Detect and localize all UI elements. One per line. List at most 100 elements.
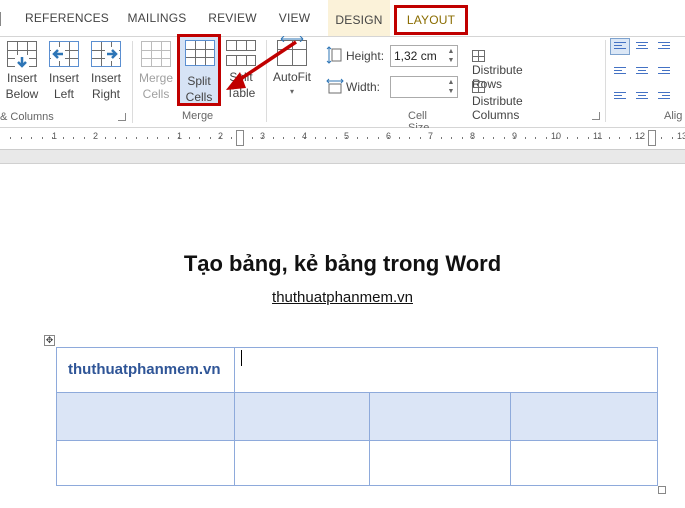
cell-size-launcher-icon[interactable]	[592, 112, 600, 120]
table-cell[interactable]	[57, 393, 235, 441]
ribbon-tabs: REFERENCES MAILINGS REVIEW VIEW DESIGN L…	[0, 0, 685, 36]
ruler-tick	[577, 137, 578, 139]
width-label: Width:	[346, 80, 381, 94]
ruler-number: 1	[177, 131, 183, 141]
ruler-tick	[503, 137, 505, 139]
tab-design[interactable]: DESIGN	[328, 0, 390, 36]
insert-right-button[interactable]: Insert Right	[86, 39, 126, 102]
ruler-tick	[73, 137, 74, 139]
height-field[interactable]: 1,32 cm ▲ ▼	[390, 45, 458, 67]
tab-mailings[interactable]: MAILINGS	[122, 6, 192, 30]
insert-right-icon	[91, 41, 121, 67]
merge-cells-label-2: Cells	[142, 87, 170, 101]
split-table-label-1: Split	[229, 70, 253, 84]
distribute-columns-button[interactable]: Distribute Columns	[472, 80, 523, 122]
distribute-columns-icon	[472, 81, 485, 93]
height-value: 1,32 cm	[394, 49, 437, 63]
ruler-number: 4	[302, 131, 308, 141]
ruler-tick	[440, 137, 442, 139]
ruler-number: 5	[344, 131, 350, 141]
ruler-tick	[230, 137, 232, 139]
ruler-tick	[661, 137, 662, 139]
rows-columns-launcher-icon[interactable]	[118, 113, 126, 121]
align-middle-left-button[interactable]	[610, 61, 630, 78]
ruler-tick	[293, 137, 295, 139]
insert-below-label-1: Insert	[6, 71, 37, 85]
table-cell[interactable]	[235, 348, 657, 393]
ruler-tick	[83, 137, 85, 139]
ruler-tick	[41, 137, 43, 139]
table-cell[interactable]	[235, 393, 370, 441]
split-cells-button[interactable]: Split Cells	[177, 34, 221, 106]
ruler-number: 13	[677, 131, 685, 141]
ruler-tick	[262, 137, 263, 139]
table-cell[interactable]	[57, 441, 235, 485]
merge-group-label: Merge	[182, 110, 214, 122]
tab-review[interactable]: REVIEW	[205, 6, 260, 30]
merge-cells-label-1: Merge	[138, 71, 173, 85]
tab-layout[interactable]: LAYOUT	[394, 5, 468, 35]
insert-right-label-2: Right	[91, 87, 120, 101]
alignment-group-label: Alig	[664, 110, 683, 122]
align-bottom-right-button[interactable]	[654, 84, 674, 101]
merge-cells-button[interactable]: Merge Cells	[136, 39, 176, 102]
ruler-number: 11	[593, 131, 603, 141]
tab-references[interactable]: REFERENCES	[22, 6, 112, 30]
table-cell[interactable]	[370, 393, 511, 441]
ruler-tick	[94, 137, 95, 139]
width-field[interactable]: ▲ ▼	[390, 76, 458, 98]
table-cell[interactable]	[370, 441, 511, 485]
align-middle-center-button[interactable]	[632, 61, 652, 78]
ruler-tick	[346, 137, 347, 139]
table-cell[interactable]: thuthuatphanmem.vn	[57, 348, 235, 393]
merge-cells-icon	[141, 41, 171, 67]
insert-below-button[interactable]: Insert Below	[2, 39, 42, 102]
align-bottom-center-button[interactable]	[632, 84, 652, 101]
table-cell-text: thuthuatphanmem.vn	[68, 361, 221, 378]
height-spinner-icon[interactable]: ▲ ▼	[447, 47, 455, 65]
ruler-tick	[335, 137, 337, 139]
table-cell[interactable]	[235, 441, 370, 485]
ruler-tick	[283, 137, 284, 139]
ruler-tick	[31, 137, 32, 139]
split-table-icon	[226, 40, 256, 66]
align-middle-right-button[interactable]	[654, 61, 674, 78]
width-spinner-icon[interactable]: ▲ ▼	[447, 78, 455, 96]
split-table-label-2: Table	[226, 86, 256, 100]
insert-left-label-1: Insert	[48, 71, 79, 85]
table-resize-handle-icon[interactable]	[658, 486, 666, 494]
ruler-tick	[598, 137, 599, 139]
ruler-tick	[314, 137, 316, 139]
page-gap	[0, 150, 685, 164]
table-cell[interactable]	[511, 441, 657, 485]
document-subtitle[interactable]: thuthuatphanmem.vn	[0, 289, 685, 306]
horizontal-ruler[interactable]: 1 2 1 2 3 4 5 6 7 8 9 10 11 12 13	[0, 128, 685, 150]
indent-marker-icon[interactable]	[236, 130, 244, 146]
autofit-label: AutoFit	[272, 70, 311, 84]
document-table[interactable]: thuthuatphanmem.vn	[56, 347, 658, 486]
table-move-handle-icon[interactable]: ✥	[44, 335, 55, 346]
insert-left-button[interactable]: Insert Left	[44, 39, 84, 102]
ruler-tick	[671, 137, 673, 139]
ruler-tick	[325, 137, 326, 139]
autofit-icon	[277, 36, 307, 66]
align-bottom-left-button[interactable]	[610, 84, 630, 101]
align-top-center-button[interactable]	[632, 38, 652, 55]
split-table-button[interactable]: Split Table	[222, 38, 260, 101]
ruler-tick	[125, 137, 127, 139]
document-title[interactable]: Tạo bảng, kẻ bảng trong Word	[0, 251, 685, 277]
tab-view[interactable]: VIEW	[272, 6, 317, 30]
group-separator	[132, 41, 133, 123]
ruler-number: 12	[635, 131, 646, 141]
tab-edge	[0, 12, 4, 26]
align-top-left-button[interactable]	[610, 38, 630, 55]
right-margin-marker-icon[interactable]	[648, 130, 656, 146]
ruler-tick	[430, 137, 431, 139]
table-cell[interactable]	[511, 393, 657, 441]
ruler-tick	[178, 137, 179, 139]
autofit-button[interactable]: AutoFit ▾	[270, 36, 314, 99]
ruler-number: 2	[93, 131, 99, 141]
ruler-tick	[472, 137, 473, 139]
align-top-right-button[interactable]	[654, 38, 674, 55]
ruler-tick	[104, 137, 106, 139]
